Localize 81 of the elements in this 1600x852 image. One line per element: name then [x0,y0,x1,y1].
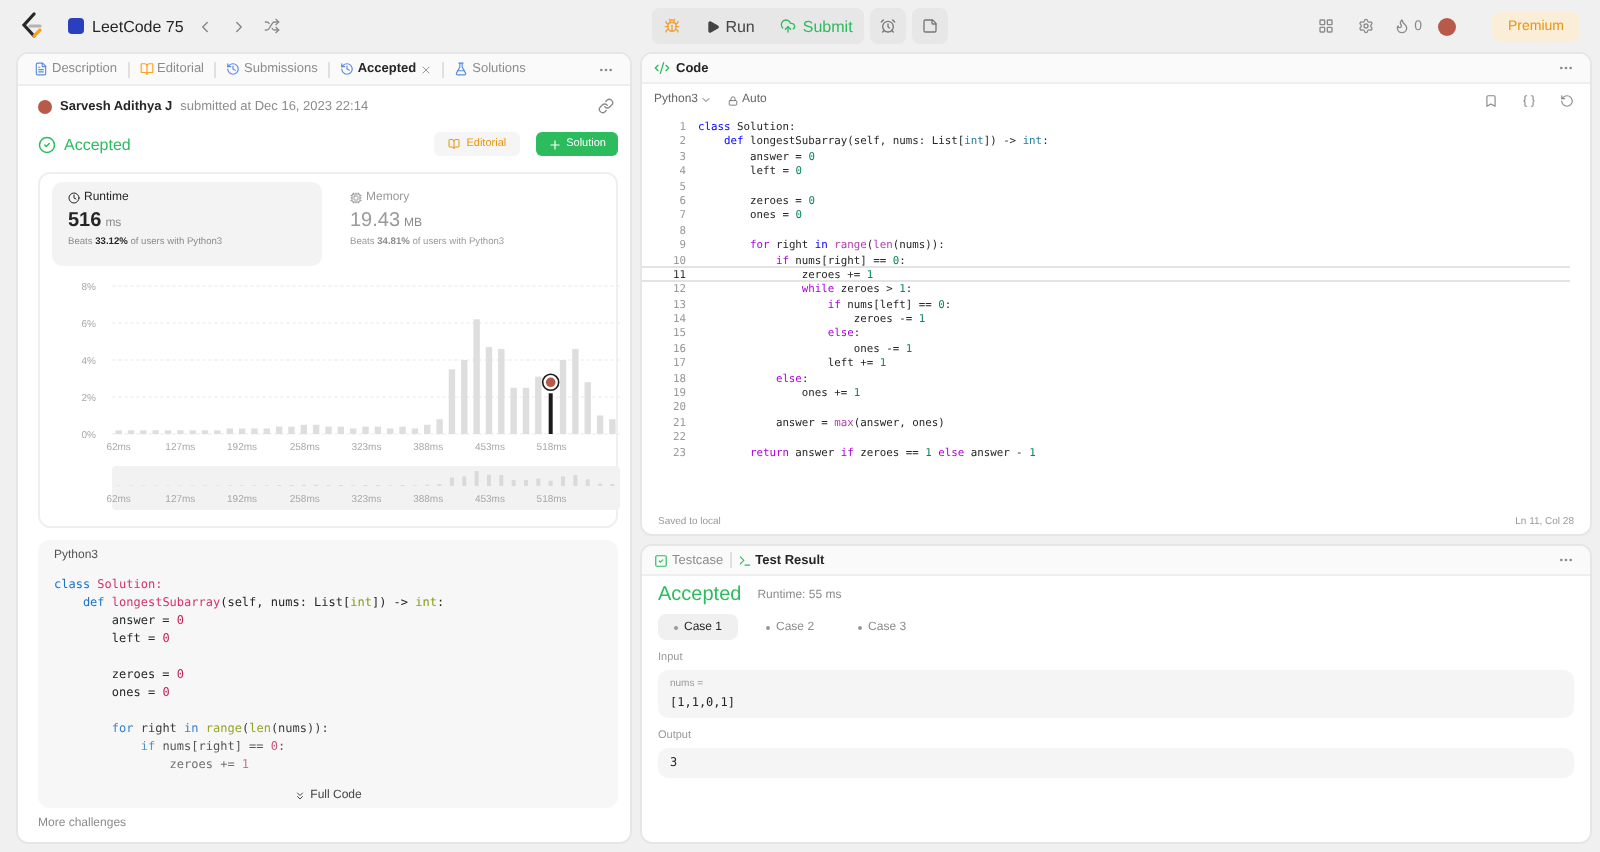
close-icon[interactable] [420,63,433,75]
chart-bar [350,428,357,434]
plus-icon [548,137,563,151]
code-icon [654,60,670,76]
avatar-marker [541,373,560,392]
verdict-text: Accepted [658,584,742,606]
braces-icon [1522,93,1536,107]
lock-icon [728,95,739,105]
chart-bar [473,319,480,434]
chart-bar [337,426,345,434]
chart-bar [312,424,320,434]
chip-icon [350,192,362,204]
alarm-clock-icon [880,18,897,34]
author-avatar [38,99,52,113]
shuffle-button[interactable] [259,14,284,38]
upload-icon [780,18,797,34]
chart-bar [535,376,542,434]
chart-bar [596,415,604,434]
settings-button[interactable] [1354,14,1379,38]
chevron-down-icon [700,94,713,106]
double-chevron-icon [294,790,307,802]
terminal-icon [737,553,752,567]
chart-bar [325,426,332,434]
chart-bar [362,426,369,434]
chart-bar [485,347,493,434]
document-icon [34,62,48,76]
clock-icon [68,192,80,204]
reset-button[interactable] [1556,89,1578,111]
link-icon [598,98,614,114]
flask-icon [454,62,469,76]
settings-icon [1358,18,1375,34]
chart-bar [411,428,419,434]
chart-bar [548,393,553,434]
chart-bar [387,428,394,434]
note-icon [922,18,939,34]
study-plan-link[interactable]: LeetCode 75 [68,17,184,35]
chart-bar [572,348,579,434]
share-link-button[interactable] [594,94,618,118]
chart-bar [251,428,258,434]
flame-icon [1394,18,1411,34]
chart-bar [522,387,530,434]
chart-bar [609,419,616,434]
square-icon [68,18,84,34]
chart-bar [559,360,567,434]
history-icon [339,62,354,76]
grid-icon [1318,18,1335,34]
logo-icon[interactable] [20,12,44,40]
chart-bar [288,426,295,434]
chart-bar [263,428,270,434]
status-text: Accepted [64,135,131,153]
chart-bar [584,382,591,434]
timer-button[interactable] [870,8,907,44]
bookmark-icon [1484,93,1498,107]
chart-bar [275,426,283,434]
bug-icon [663,18,680,34]
undo-icon [1560,93,1574,107]
chart-bar [424,424,431,434]
shuffle-icon [263,18,280,34]
checkbox-icon [654,553,668,567]
chart-bar [374,426,382,434]
bookmark-button[interactable] [1480,89,1502,111]
book-icon [448,138,461,150]
chart-bar [448,369,456,434]
history-icon [226,62,240,76]
book-icon [139,62,154,76]
chart-bar [300,424,307,434]
chart-bar [436,419,443,434]
stat-value: 516 [68,210,102,232]
notes-button[interactable] [912,8,949,44]
chart-bar [498,348,505,434]
chart-bar [399,426,406,434]
format-button[interactable] [1518,89,1540,111]
stat-value: 19.43 [350,210,401,232]
chart-bar [461,360,468,434]
user-avatar[interactable] [1437,17,1456,35]
play-icon [705,19,720,33]
check-icon [38,135,56,153]
chart-bar [510,387,517,434]
layout-button[interactable] [1314,14,1339,38]
chart-bar [226,428,233,434]
chart-bar [238,428,246,434]
